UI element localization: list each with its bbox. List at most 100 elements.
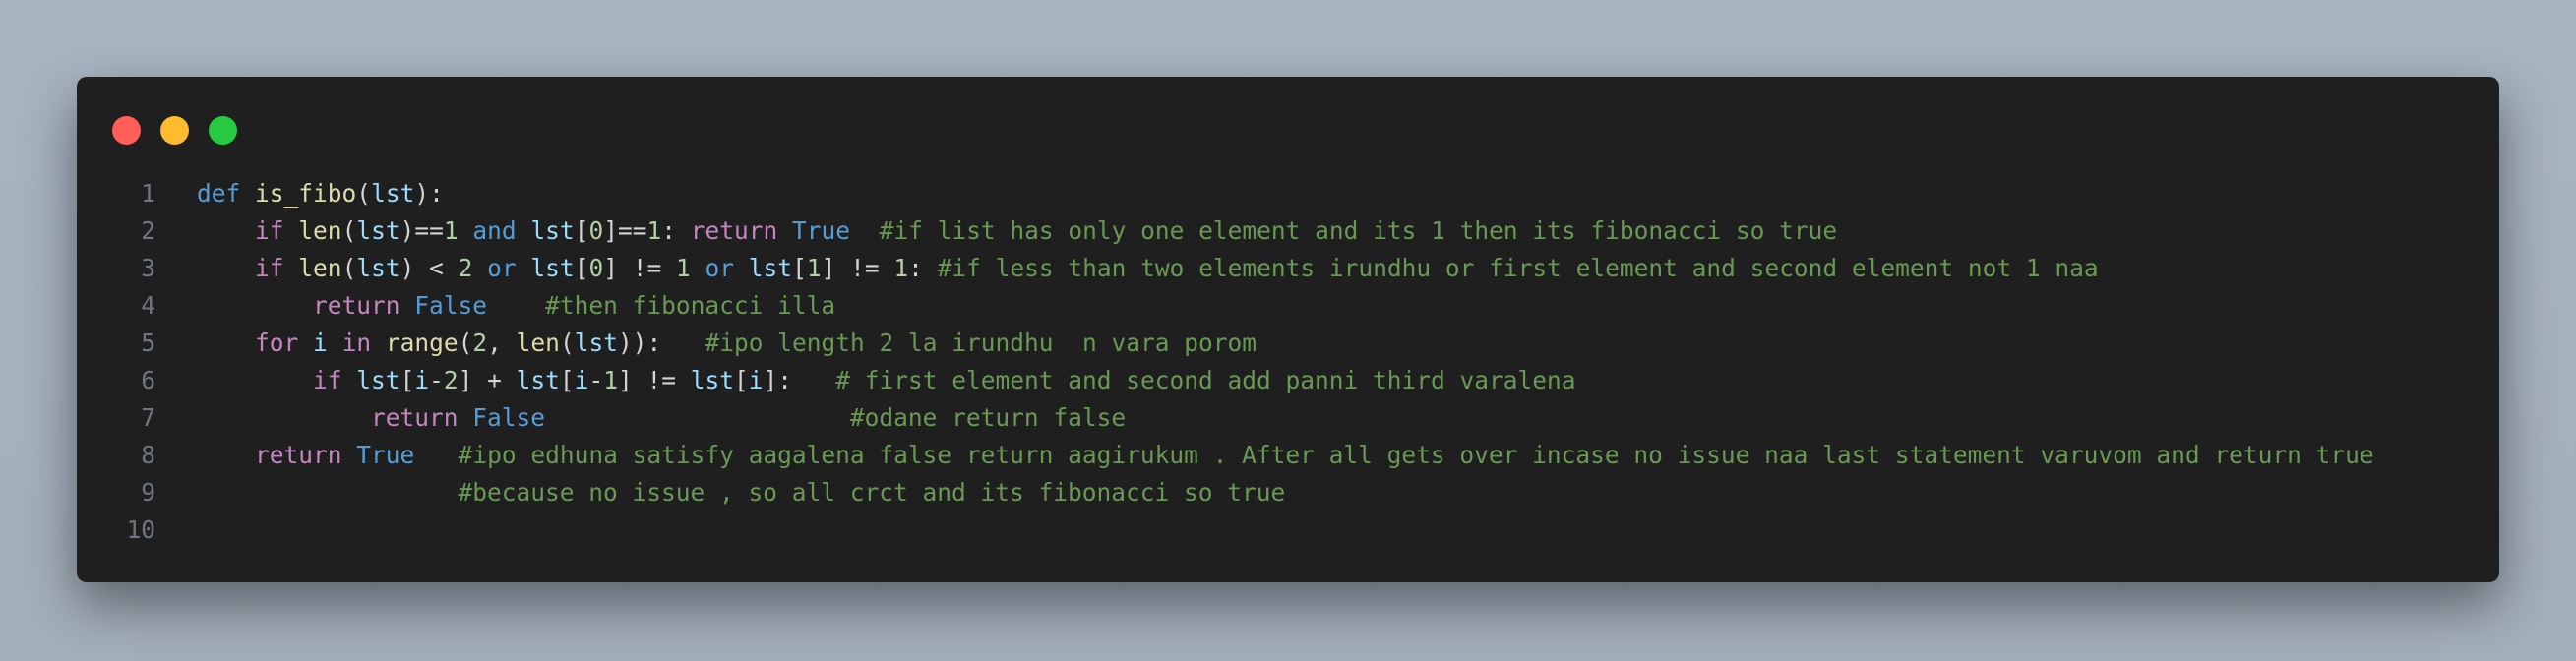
code-token: if — [255, 216, 284, 245]
code-token: )== — [399, 216, 444, 245]
code-token: - — [429, 366, 444, 394]
code-token: ]== — [603, 216, 647, 245]
code-token: or — [705, 254, 735, 282]
code-token: : — [661, 216, 691, 245]
line-source: def is_fibo(lst): — [155, 175, 444, 212]
code-token: 2 — [443, 366, 459, 394]
line-number: 8 — [141, 441, 155, 469]
code-token: len — [516, 329, 560, 357]
code-token: True — [792, 216, 851, 245]
line-number: 9 — [141, 478, 155, 507]
code-token: ( — [341, 254, 357, 282]
code-window: 1 def is_fibo(lst): 2 if len(lst)==1 and l… — [77, 77, 2499, 582]
code-token: ) < — [399, 254, 459, 282]
line-source: if lst[i-2] + lst[i-1] != lst[i]: # firs… — [155, 362, 1576, 399]
code-token: lst — [356, 254, 400, 282]
code-token: 1 — [806, 254, 822, 282]
code-token: i — [574, 366, 589, 394]
code-token: 1 — [675, 254, 691, 282]
code-token: lst — [530, 216, 575, 245]
code-token: [ — [574, 216, 589, 245]
code-line[interactable]: 3 if len(lst) < 2 or lst[0] != 1 or lst[… — [96, 250, 2480, 287]
code-token: return — [690, 216, 778, 245]
code-line[interactable]: 4 return False #then fibonacci illa — [96, 287, 2480, 325]
code-line[interactable]: 7 return False #odane return false — [96, 399, 2480, 437]
code-token: , — [487, 329, 517, 357]
code-token: #if less than two elements irundhu or fi… — [937, 254, 2099, 282]
code-token: len — [298, 216, 342, 245]
line-number: 1 — [141, 179, 155, 208]
code-token: for — [255, 329, 299, 357]
code-line[interactable]: 1 def is_fibo(lst): — [96, 175, 2480, 212]
maximize-button[interactable] — [209, 116, 237, 145]
code-line[interactable]: 2 if len(lst)==1 and lst[0]==1: return T… — [96, 212, 2480, 250]
code-token: ] != — [821, 254, 894, 282]
code-token: #if list has only one element and its 1 … — [879, 216, 1838, 245]
code-token: len — [298, 254, 342, 282]
code-token: return — [313, 291, 400, 320]
code-token: 1 — [646, 216, 662, 245]
code-token: in — [341, 329, 372, 357]
code-token: ( — [559, 329, 575, 357]
code-token: i — [748, 366, 764, 394]
code-token: ]: — [763, 366, 836, 394]
code-token: is_fibo — [255, 179, 357, 208]
line-source: if len(lst) < 2 or lst[0] != 1 or lst[1]… — [155, 250, 2099, 287]
code-token: range — [385, 329, 459, 357]
code-token: [ — [399, 366, 415, 394]
code-token: 0 — [588, 254, 604, 282]
code-token: ] + — [458, 366, 517, 394]
line-number: 4 — [141, 291, 155, 320]
code-token: ( — [458, 329, 473, 357]
code-token: lst — [356, 216, 400, 245]
line-source: return False #then fibonacci illa — [155, 287, 835, 325]
code-line[interactable]: 5 for i in range(2, len(lst)): #ipo leng… — [96, 325, 2480, 362]
code-token: 0 — [588, 216, 604, 245]
code-editor[interactable]: 1 def is_fibo(lst): 2 if len(lst)==1 and l… — [96, 175, 2480, 549]
code-token: ( — [341, 216, 357, 245]
code-token: ( — [356, 179, 372, 208]
code-line[interactable]: 10 — [96, 511, 2480, 549]
code-token: if — [255, 254, 284, 282]
code-token: ): — [414, 179, 444, 208]
code-token: 1 — [603, 366, 618, 394]
code-token: lst — [574, 329, 618, 357]
code-token: def — [197, 179, 241, 208]
code-token: True — [356, 441, 415, 469]
close-button[interactable] — [112, 116, 141, 145]
code-token: #odane return false — [849, 403, 1127, 432]
line-number: 2 — [141, 216, 155, 245]
code-line[interactable]: 8 return True #ipo edhuna satisfy aagale… — [96, 437, 2480, 474]
code-token: [ — [734, 366, 749, 394]
code-token: ] != — [603, 254, 676, 282]
code-line[interactable]: 9 #because no issue , so all crct and it… — [96, 474, 2480, 511]
code-line[interactable]: 6 if lst[i-2] + lst[i-1] != lst[i]: # fi… — [96, 362, 2480, 399]
code-token: False — [472, 403, 546, 432]
code-token: if — [313, 366, 342, 394]
code-token: #because no issue , so all crct and its … — [458, 478, 1286, 507]
code-token: False — [414, 291, 488, 320]
minimize-button[interactable] — [160, 116, 189, 145]
line-number: 6 — [141, 366, 155, 394]
line-source — [155, 511, 197, 549]
code-token: [ — [559, 366, 575, 394]
code-token: return — [371, 403, 459, 432]
